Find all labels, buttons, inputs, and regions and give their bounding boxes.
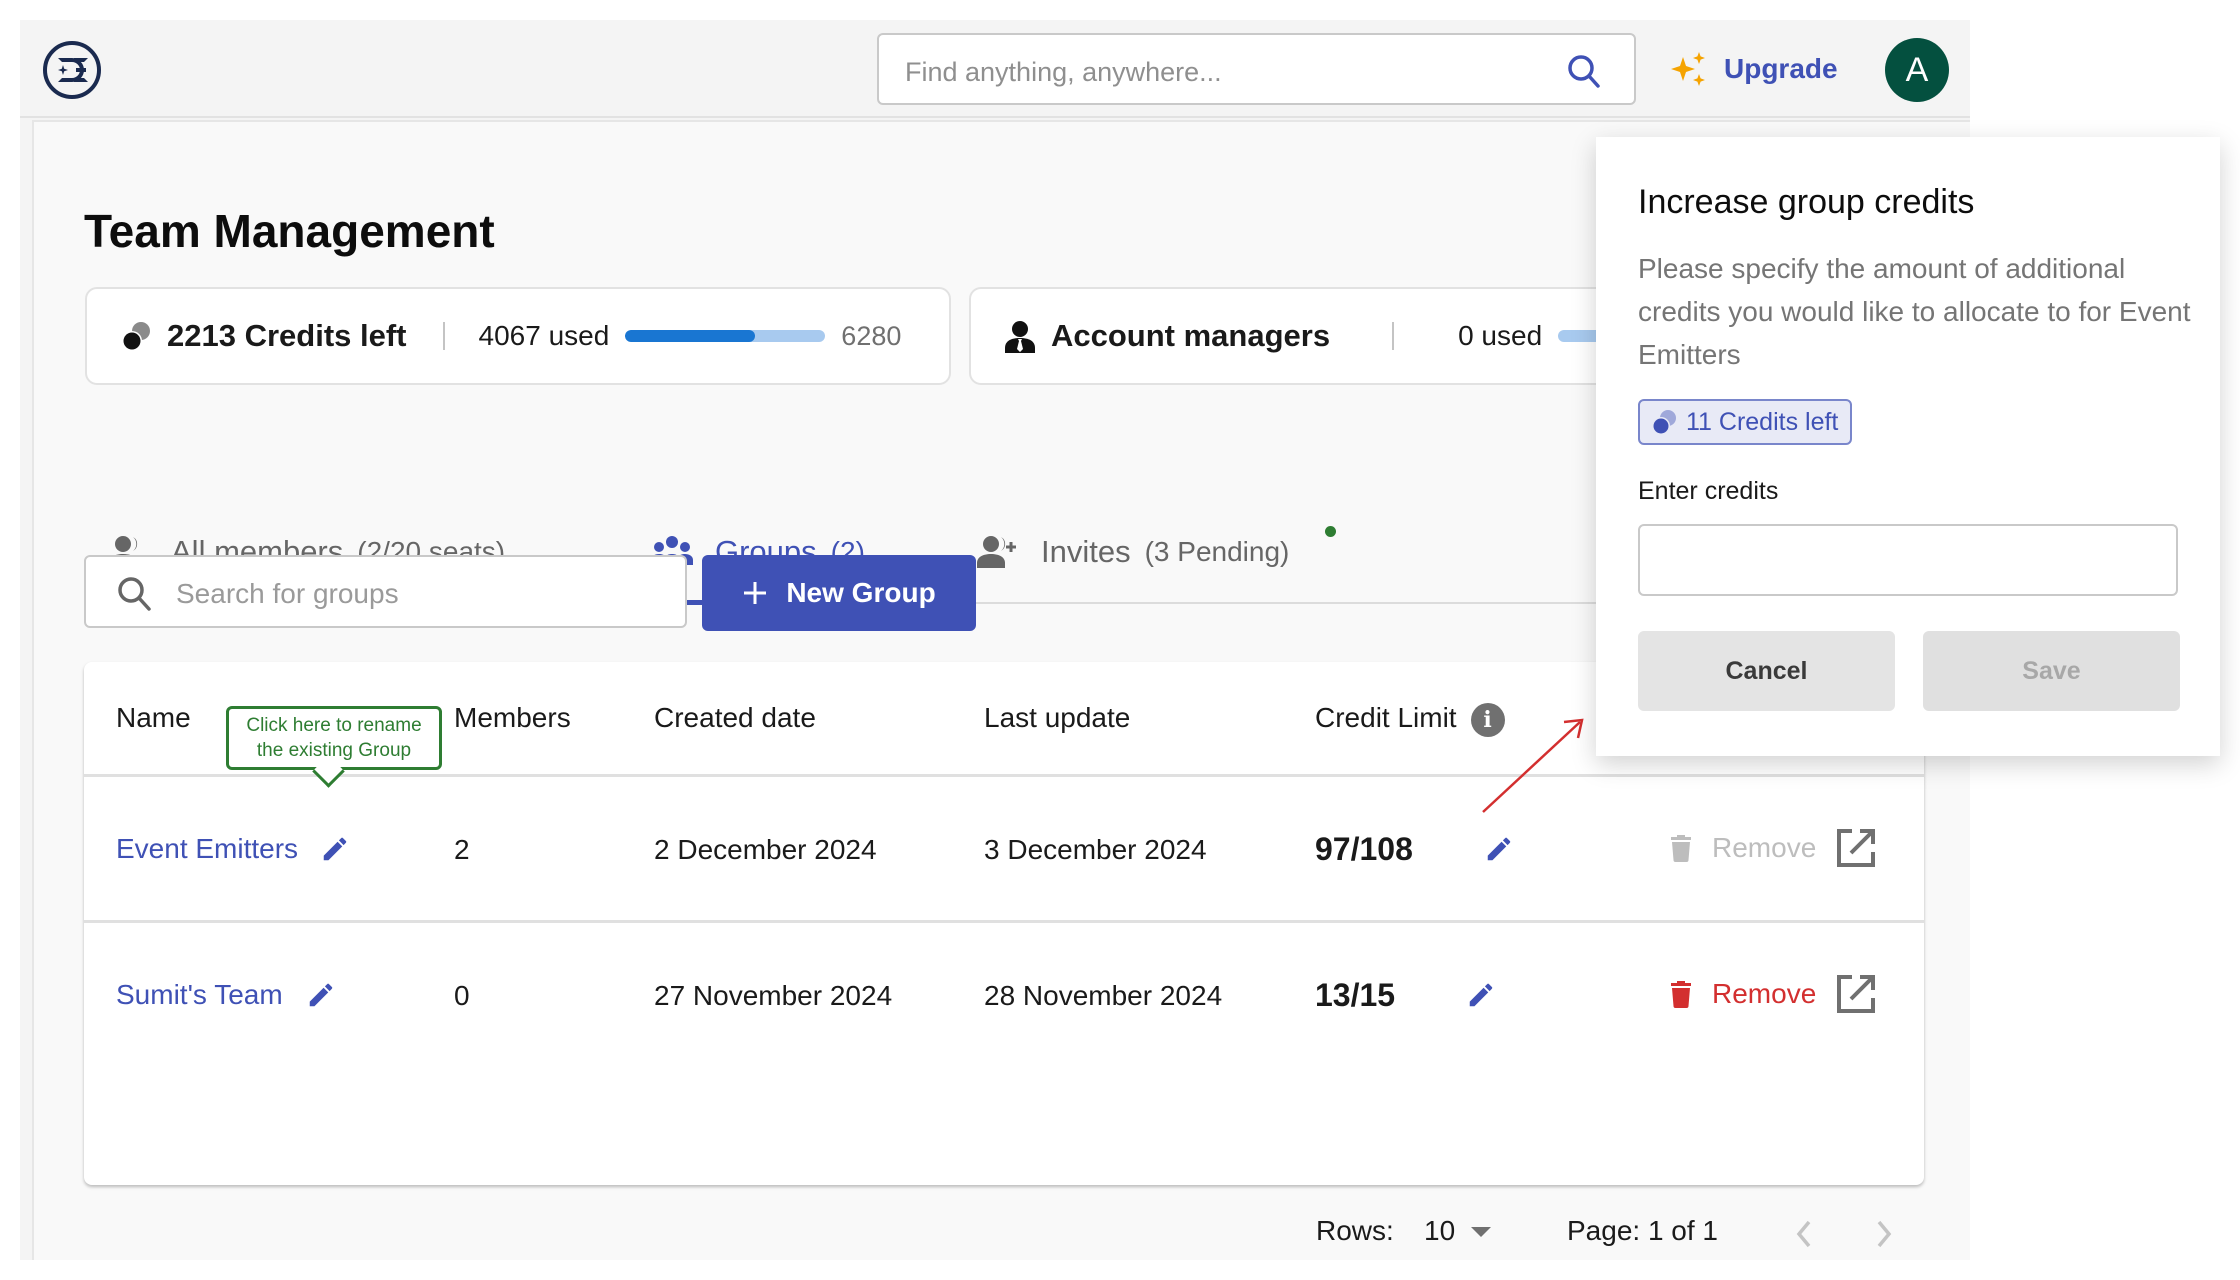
row-divider	[84, 920, 1924, 923]
divider	[442, 322, 445, 350]
open-external-icon[interactable]	[1836, 974, 1876, 1014]
column-header-name[interactable]: Name	[116, 702, 191, 734]
group-search-placeholder: Search for groups	[176, 578, 399, 609]
increase-credits-dialog: Increase group credits Please specify th…	[1596, 137, 2220, 756]
account-managers-label: Account managers	[1051, 318, 1331, 353]
previous-page-icon[interactable]	[1794, 1219, 1814, 1249]
credits-progress-fill	[625, 330, 755, 342]
cancel-button[interactable]: Cancel	[1638, 631, 1895, 711]
account-managers-used: 0 used	[1458, 320, 1543, 351]
person-add-icon	[977, 536, 1016, 568]
edit-name-pencil-icon[interactable]	[306, 980, 336, 1010]
remove-group-button[interactable]: Remove	[1670, 978, 1816, 1010]
rows-per-page-label: Rows:	[1316, 1215, 1394, 1246]
caret-down-icon	[1471, 1227, 1492, 1237]
credits-field-label: Enter credits	[1638, 477, 1779, 505]
page-title: Team Management	[84, 205, 495, 257]
remove-label: Remove	[1712, 832, 1817, 863]
top-header: Find anything, anywhere... Upgrade A	[20, 20, 1970, 118]
dialog-description: Please specify the amount of additional …	[1638, 253, 2191, 370]
search-icon[interactable]	[1564, 52, 1604, 92]
credits-total: 6280	[841, 320, 902, 351]
edit-credit-limit-pencil-icon[interactable]	[1466, 980, 1496, 1010]
column-header-credit-limit: Credit Limit i	[1315, 702, 1505, 737]
credits-coins-icon	[122, 322, 150, 351]
new-group-button[interactable]: New Group	[702, 555, 976, 631]
credits-progress-bar	[625, 330, 826, 342]
column-header-members[interactable]: Members	[454, 702, 571, 734]
sparkles-icon	[1671, 52, 1705, 86]
search-icon	[118, 577, 151, 611]
group-members: 2	[454, 834, 470, 865]
column-header-last-update[interactable]: Last update	[984, 702, 1130, 734]
edit-credit-limit-pencil-icon[interactable]	[1484, 834, 1514, 864]
rename-hint-tooltip: Click here to rename the existing Group	[226, 706, 442, 770]
notification-dot	[1325, 526, 1336, 537]
trash-icon	[1671, 835, 1691, 862]
account-managers-card: Account managers 0 used	[969, 287, 1669, 385]
group-name-link[interactable]: Event Emitters	[116, 833, 298, 865]
dialog-title: Increase group credits	[1638, 183, 1975, 221]
credits-used: 4067 used	[478, 320, 610, 351]
column-header-credit-limit-label: Credit Limit	[1315, 702, 1457, 733]
tooltip-line-2: the existing Group	[256, 740, 412, 761]
tab-invites-count: (3 Pending)	[1144, 536, 1290, 567]
de-logo-icon[interactable]	[42, 40, 102, 100]
column-header-created-date[interactable]: Created date	[654, 702, 816, 734]
account-manager-icon	[1005, 321, 1035, 353]
group-name-link[interactable]: Sumit's Team	[116, 979, 283, 1011]
group-members: 0	[454, 980, 470, 1011]
group-last-update: 3 December 2024	[984, 834, 1207, 865]
group-created-date: 27 November 2024	[654, 980, 893, 1011]
divider	[1392, 322, 1395, 350]
tab-invites[interactable]: Invites (3 Pending)	[977, 502, 1336, 602]
save-button[interactable]: Save	[1923, 631, 2180, 711]
group-last-update: 28 November 2024	[984, 980, 1223, 1011]
info-icon[interactable]: i	[1470, 702, 1505, 737]
rows-per-page-select[interactable]: 10	[1424, 1215, 1492, 1247]
page-indicator: Page: 1 of 1	[1567, 1215, 1719, 1246]
group-search-input[interactable]: Search for groups	[84, 555, 687, 628]
group-created-date: 2 December 2024	[654, 834, 877, 865]
credits-left-chip-label: 11 Credits left	[1686, 407, 1839, 436]
next-page-icon[interactable]	[1874, 1219, 1894, 1249]
upgrade-button[interactable]: Upgrade	[1670, 44, 1838, 94]
remove-group-button[interactable]: Remove	[1670, 832, 1816, 864]
row-divider	[84, 774, 1924, 777]
global-search-input[interactable]: Find anything, anywhere...	[877, 33, 1636, 105]
credits-left: 2213 Credits left	[167, 318, 407, 353]
open-external-icon[interactable]	[1836, 828, 1876, 868]
credits-coins-icon	[1652, 410, 1676, 435]
new-group-label: New Group	[786, 577, 936, 608]
remove-label: Remove	[1712, 978, 1817, 1009]
tooltip-line-1: Click here to rename	[246, 715, 422, 736]
edit-name-pencil-icon[interactable]	[320, 834, 350, 864]
global-search-placeholder: Find anything, anywhere...	[905, 57, 1222, 87]
group-credit-limit: 97/108	[1315, 831, 1413, 867]
trash-icon	[1671, 981, 1691, 1008]
user-avatar[interactable]: A	[1885, 38, 1949, 102]
credits-left-chip: 11 Credits left	[1638, 399, 1853, 445]
credits-input[interactable]	[1638, 524, 2178, 596]
upgrade-label: Upgrade	[1724, 53, 1838, 84]
plus-icon	[744, 582, 767, 604]
group-credit-limit: 13/15	[1315, 977, 1396, 1013]
rows-per-page-value: 10	[1424, 1215, 1456, 1246]
tab-invites-label: Invites	[1041, 534, 1131, 569]
credits-summary-card: 2213 Credits left 4067 used 6280	[85, 287, 951, 385]
